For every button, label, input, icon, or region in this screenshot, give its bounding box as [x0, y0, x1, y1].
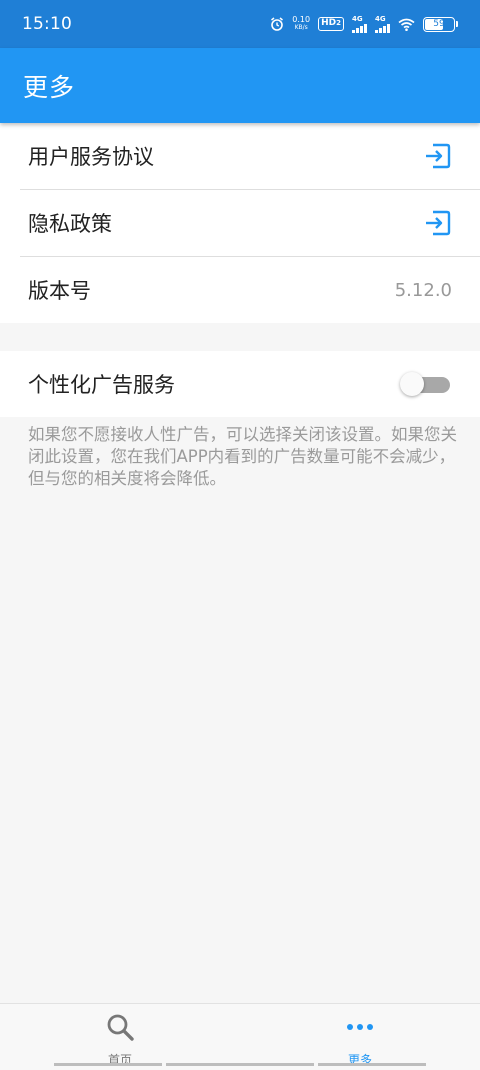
menu-item-version: 版本号 5.12.0: [20, 257, 480, 323]
menu-item-label: 版本号: [28, 279, 91, 303]
app-bar: 更多: [0, 48, 480, 123]
alarm-icon: [270, 17, 284, 31]
more-dots-icon: [345, 1012, 375, 1045]
battery-cap: [456, 21, 458, 27]
hd-badge: HD2: [318, 17, 344, 31]
personalized-ads-description: 如果您不愿接收人性广告，可以选择关闭该设置。如果您关闭此设置，您在我们APP内看…: [28, 425, 457, 488]
personalized-ads-toggle[interactable]: [400, 372, 450, 396]
net-speed-value: 0.10: [292, 15, 311, 24]
battery-icon: 59: [423, 16, 455, 32]
sim2-label: 4G: [375, 14, 386, 23]
status-bar: 15:10 0.10 KB/s HD2 4G 4G 59: [0, 0, 480, 48]
menu-card: 用户服务协议 隐私政策 版本号 5.12.0: [0, 123, 480, 323]
wifi-icon: [398, 18, 415, 31]
menu-item-label: 用户服务协议: [28, 145, 154, 169]
sim2-signal: 4G: [375, 14, 390, 33]
signal-bars-icon: [375, 23, 390, 33]
sim1-label: 4G: [352, 14, 363, 23]
version-value: 5.12.0: [394, 279, 452, 301]
toggle-thumb: [400, 372, 424, 396]
enter-icon: [424, 209, 452, 237]
nav-item-more[interactable]: 更多: [240, 1004, 480, 1070]
menu-item-privacy-policy[interactable]: 隐私政策: [20, 190, 480, 256]
bottom-nav: 首页 更多: [0, 1003, 480, 1070]
nav-underline: [318, 1063, 426, 1066]
hd-sub: 2: [336, 19, 341, 27]
personalized-ads-label: 个性化广告服务: [28, 373, 175, 397]
menu-item-user-agreement[interactable]: 用户服务协议: [20, 123, 480, 189]
search-icon: [105, 1012, 135, 1045]
nav-underline: [166, 1063, 314, 1066]
status-icons: 0.10 KB/s HD2 4G 4G 59: [270, 14, 458, 33]
nav-underline: [54, 1063, 162, 1066]
menu-item-label: 隐私政策: [28, 212, 112, 236]
status-time: 15:10: [22, 14, 72, 34]
nav-item-home[interactable]: 首页: [0, 1004, 240, 1070]
battery-indicator: 59: [423, 16, 458, 32]
net-speed: 0.10 KB/s: [292, 16, 310, 32]
net-speed-unit: KB/s: [294, 24, 308, 31]
enter-icon: [424, 142, 452, 170]
page-title: 更多: [23, 72, 76, 102]
signal-bars-icon: [352, 23, 367, 33]
battery-level: 59: [433, 19, 445, 29]
personalized-ads-row: 个性化广告服务: [0, 351, 480, 417]
sim1-signal: 4G: [352, 14, 367, 33]
hd-label: HD: [321, 18, 337, 28]
